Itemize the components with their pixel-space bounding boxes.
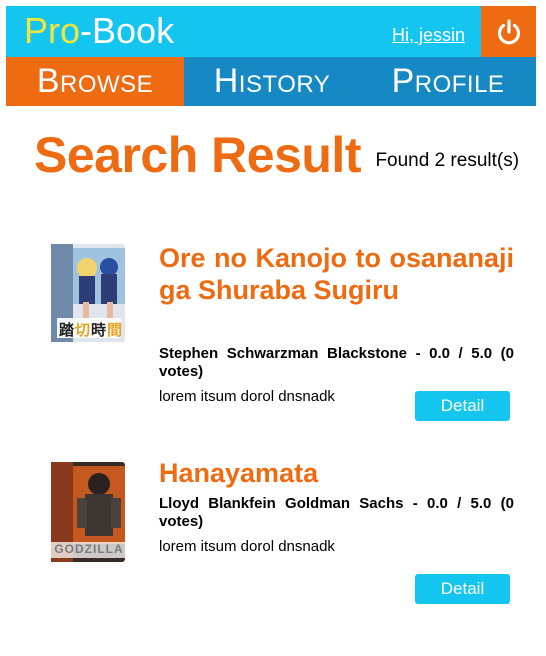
- result-count: Found 2 result(s): [375, 150, 520, 171]
- svg-text:時: 時: [91, 321, 106, 339]
- tab-history[interactable]: History: [184, 57, 360, 106]
- svg-text:間: 間: [107, 321, 122, 339]
- result-title[interactable]: Ore no Kanojo to osananaji ga Shuraba Su…: [159, 242, 514, 306]
- result-author-rating: Stephen Schwarzman Blackstone - 0.0 / 5.…: [159, 345, 514, 380]
- tab-profile[interactable]: Profile: [360, 57, 536, 106]
- logo-book: -Book: [80, 10, 175, 51]
- tab-browse[interactable]: Browse: [6, 57, 184, 106]
- result-description: lorem itsum dorol dnsnadk: [159, 388, 335, 405]
- top-bar: Pro-Book Hi, jessin: [6, 6, 536, 57]
- svg-text:踏: 踏: [59, 321, 75, 339]
- result-author-rating: Lloyd Blankfein Goldman Sachs - 0.0 / 5.…: [159, 495, 514, 530]
- result-description: lorem itsum dorol dnsnadk: [159, 538, 335, 555]
- godzilla-folder-icon[interactable]: GODZILLA: [37, 458, 142, 568]
- svg-text:切: 切: [75, 321, 90, 339]
- logo-pro: Pro: [24, 10, 81, 51]
- page-title: Search Result: [34, 127, 361, 183]
- title-row: Search Result Found 2 result(s): [34, 125, 519, 185]
- power-icon: [497, 18, 520, 44]
- cover-caption: GODZILLA: [54, 542, 124, 556]
- user-greeting-link[interactable]: Hi, jessin: [392, 25, 465, 46]
- main-nav: Browse History Profile: [6, 57, 536, 106]
- anime-folder-icon[interactable]: 踏 切 時 間: [37, 240, 142, 350]
- logo[interactable]: Pro-Book: [24, 11, 174, 51]
- detail-button[interactable]: Detail: [415, 391, 510, 421]
- detail-button[interactable]: Detail: [415, 574, 510, 604]
- result-title[interactable]: Hanayamata: [159, 457, 514, 489]
- logout-button[interactable]: [481, 6, 536, 57]
